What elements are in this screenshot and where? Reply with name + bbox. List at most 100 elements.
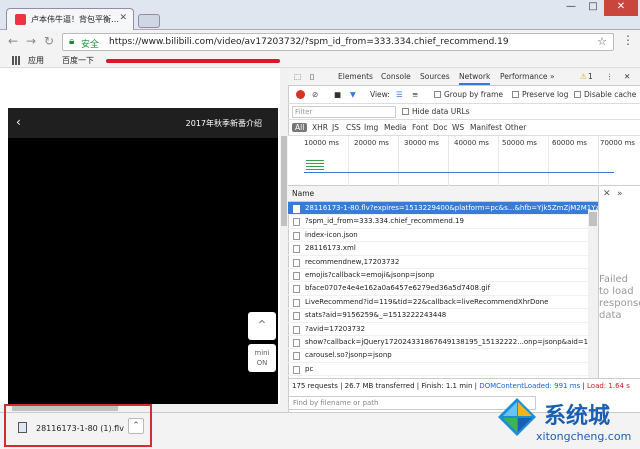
watermark-url: xitongcheng.com	[536, 430, 632, 443]
tab-title: 卢本伟牛逼！背包平衡…	[31, 15, 119, 24]
new-tab-button[interactable]	[138, 14, 160, 28]
timeline-bars	[306, 160, 324, 170]
request-count: 175 requests	[292, 382, 338, 390]
minimize-button[interactable]: —	[560, 0, 582, 16]
bookmark-star-icon[interactable]: ☆	[597, 35, 607, 48]
apps-grid-icon[interactable]	[12, 56, 21, 65]
page-vertical-thumb[interactable]	[281, 136, 287, 226]
hide-data-urls-checkbox[interactable]: Hide data URLs	[402, 107, 470, 116]
file-icon	[293, 245, 300, 254]
group-by-frame-checkbox[interactable]: Group by frame	[434, 90, 503, 99]
request-list-scroll-thumb[interactable]	[589, 212, 597, 226]
tab-performance[interactable]: Performance	[500, 72, 548, 81]
tab-sources[interactable]: Sources	[420, 72, 450, 81]
type-ws[interactable]: WS	[452, 123, 464, 132]
type-filter-row: All XHR JS CSS Img Media Font Doc WS Man…	[288, 120, 640, 136]
red-underline-annotation	[106, 59, 280, 63]
request-row[interactable]: index-icon.json	[288, 229, 598, 243]
file-icon	[18, 422, 27, 433]
inspect-icon[interactable]: ⬚	[294, 72, 301, 81]
request-row[interactable]: carousel.so?jsonp=jsonp	[288, 349, 598, 363]
secure-label: 安全	[81, 40, 100, 50]
file-icon	[293, 312, 300, 321]
browser-tab[interactable]: 卢本伟牛逼！背包平衡… ✕	[6, 8, 134, 30]
close-window-button[interactable]: ✕	[604, 0, 638, 16]
type-doc[interactable]: Doc	[433, 123, 448, 132]
filter-input[interactable]: Filter	[292, 106, 396, 118]
file-icon	[293, 271, 300, 280]
type-font[interactable]: Font	[412, 123, 428, 132]
back-chevron-icon[interactable]: ‹	[16, 115, 21, 129]
type-manifest[interactable]: Manifest	[470, 123, 502, 132]
dom-content-loaded: DOMContentLoaded: 991 ms	[479, 382, 581, 390]
tab-console[interactable]: Console	[381, 72, 411, 81]
load-time: Load: 1.64 s	[587, 382, 630, 390]
tab-close-icon[interactable]: ✕	[119, 13, 127, 23]
overview-icon[interactable]: ≡	[412, 90, 418, 99]
more-panel-icon[interactable]: »	[617, 189, 623, 199]
bookmark-baidu[interactable]: 百度一下	[62, 55, 94, 66]
forward-arrow-icon[interactable]: →	[26, 34, 36, 48]
menu-icon[interactable]: ⋮	[622, 33, 634, 47]
scroll-top-button[interactable]: ⌃	[248, 312, 276, 340]
type-img[interactable]: Img	[364, 123, 378, 132]
file-icon	[293, 285, 300, 294]
type-xhr[interactable]: XHR	[312, 123, 328, 132]
warning-icon[interactable]: ⚠	[580, 72, 587, 81]
devtools-close-icon[interactable]: ✕	[624, 72, 630, 81]
network-timeline[interactable]: 10000 ms 20000 ms 30000 ms 40000 ms 5000…	[288, 136, 640, 186]
browser-toolbar: ← → ↻ 🔒︎ 安全 https://www.bilibili.com/vid…	[0, 30, 640, 54]
request-row[interactable]: show?callback=jQuery1720243318676491381​…	[288, 336, 598, 350]
favicon-icon	[15, 14, 26, 25]
request-row[interactable]: bface0707e4e4e162a0a6457e6279ed36a5d7408…	[288, 282, 598, 296]
back-arrow-icon[interactable]: ←	[8, 34, 18, 48]
request-row[interactable]: ?spm_id_from=333.334.chief_recommend.19	[288, 215, 598, 229]
watermark-logo	[498, 398, 536, 436]
mini-player-toggle[interactable]: mini ON	[248, 344, 276, 372]
timeline-tick: 10000 ms	[304, 139, 339, 147]
tab-elements[interactable]: Elements	[338, 72, 373, 81]
request-row[interactable]: LiveRecommend?id=119&tid=22&callback=liv…	[288, 296, 598, 310]
url-text[interactable]: https://www.bilibili.com/video/av1720373…	[109, 37, 509, 47]
more-tabs-icon[interactable]: »	[550, 72, 555, 81]
disable-cache-checkbox[interactable]: Disable cache	[574, 90, 636, 99]
device-toggle-icon[interactable]: ▯	[310, 72, 314, 81]
timeline-tick: 70000 ms	[600, 139, 635, 147]
request-row[interactable]: pc	[288, 363, 598, 377]
reload-icon[interactable]: ↻	[44, 34, 54, 48]
devtools-menu-icon[interactable]: ⋮	[606, 72, 614, 81]
request-list-scrollbar[interactable]	[588, 210, 598, 378]
request-row[interactable]: 28116173.xml	[288, 242, 598, 256]
download-file-name[interactable]: 28116173-1-80 (1).flv	[36, 424, 124, 433]
filter-icon[interactable]: ▼	[350, 90, 356, 99]
tab-network[interactable]: Network	[459, 72, 491, 85]
page-vertical-scrollbar[interactable]	[280, 68, 288, 404]
type-js[interactable]: JS	[332, 123, 339, 132]
close-panel-icon[interactable]: ✕	[603, 189, 611, 199]
request-row[interactable]: stats?aid=9156259&_=1513222243448	[288, 309, 598, 323]
maximize-button[interactable]: □	[582, 0, 604, 16]
network-toolbar: ⊘ ■ ▼ View: ☰ ≡ Group by frame Preserve …	[288, 86, 640, 104]
file-icon	[293, 365, 300, 374]
video-header-title: 2017年秋季新番介绍	[185, 119, 262, 128]
bookmark-apps[interactable]: 应用	[28, 55, 44, 66]
type-css[interactable]: CSS	[346, 123, 361, 132]
camera-icon[interactable]: ■	[334, 90, 341, 99]
request-row[interactable]: recommendnew,17203732	[288, 256, 598, 269]
type-other[interactable]: Other	[505, 123, 526, 132]
timeline-tick: 40000 ms	[454, 139, 489, 147]
type-all[interactable]: All	[292, 123, 308, 132]
request-row[interactable]: 28116173-1-80.flv?expires=1513229400&pla…	[288, 202, 598, 216]
type-media[interactable]: Media	[384, 123, 407, 132]
clear-icon[interactable]: ⊘	[312, 90, 318, 99]
request-row[interactable]: emojis?callback=emoji&jsonp=jsonp	[288, 269, 598, 283]
request-row[interactable]: ?avid=17203732	[288, 323, 598, 336]
name-column-header[interactable]: Name	[288, 186, 598, 202]
large-rows-icon[interactable]: ☰	[396, 90, 403, 99]
preserve-log-checkbox[interactable]: Preserve log	[512, 90, 568, 99]
download-options-chevron-icon[interactable]: ⌃	[128, 418, 144, 434]
video-player[interactable]	[8, 108, 278, 404]
file-icon	[293, 325, 300, 334]
record-icon[interactable]	[296, 90, 305, 99]
address-bar[interactable]: 🔒︎ 安全 https://www.bilibili.com/video/av1…	[62, 33, 614, 51]
